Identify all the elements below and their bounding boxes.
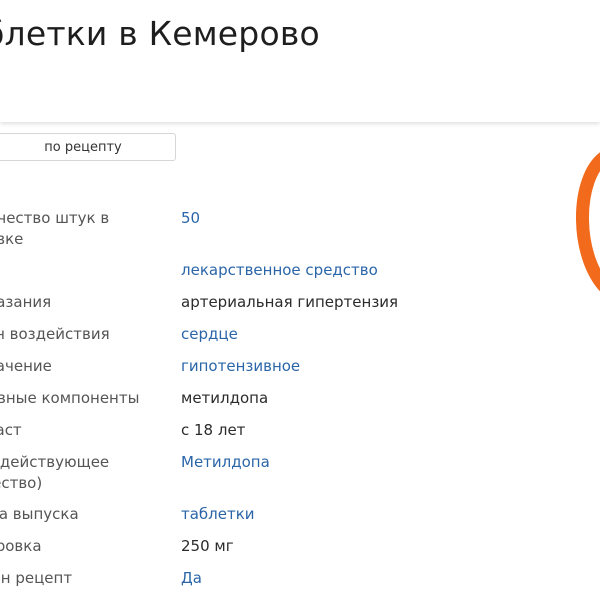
- spec-value: 250 мг: [181, 537, 234, 555]
- orange-decoration-icon: [576, 152, 600, 292]
- page: блетки в Кемерово по рецепту личество шт…: [0, 0, 600, 600]
- page-title: блетки в Кемерово: [0, 14, 320, 53]
- prescription-filter-button[interactable]: по рецепту: [0, 133, 176, 161]
- spec-value: с 18 лет: [181, 421, 246, 439]
- spec-label: п: [0, 260, 168, 281]
- spec-value[interactable]: сердце: [181, 324, 238, 345]
- spec-value[interactable]: гипотензивное: [181, 356, 300, 377]
- spec-label: зраст: [0, 421, 22, 439]
- spec-label: личество штук в ковке: [0, 209, 110, 248]
- spec-label: жен рецепт: [0, 569, 73, 587]
- spec-label: Н (действующее щество): [0, 453, 110, 492]
- product-specs: по рецепту личество штук в ковке 50 п ле…: [0, 122, 600, 600]
- spec-label: зировка: [0, 537, 42, 555]
- spec-value[interactable]: 50: [181, 208, 200, 229]
- spec-value[interactable]: Метилдопа: [181, 452, 270, 473]
- spec-label: значение: [0, 357, 52, 375]
- spec-value[interactable]: Да: [181, 568, 202, 589]
- spec-value[interactable]: лекарственное средство: [181, 260, 378, 281]
- spec-value: артериальная гипертензия: [181, 293, 399, 311]
- spec-value[interactable]: таблетки: [181, 504, 255, 525]
- spec-label: рма выпуска: [0, 505, 79, 523]
- spec-label: оказания: [0, 293, 52, 311]
- spec-label: новные компоненты: [0, 389, 140, 407]
- spec-label: ган воздействия: [0, 325, 110, 343]
- page-header: блетки в Кемерово: [0, 0, 600, 122]
- spec-value: метилдопа: [181, 389, 269, 407]
